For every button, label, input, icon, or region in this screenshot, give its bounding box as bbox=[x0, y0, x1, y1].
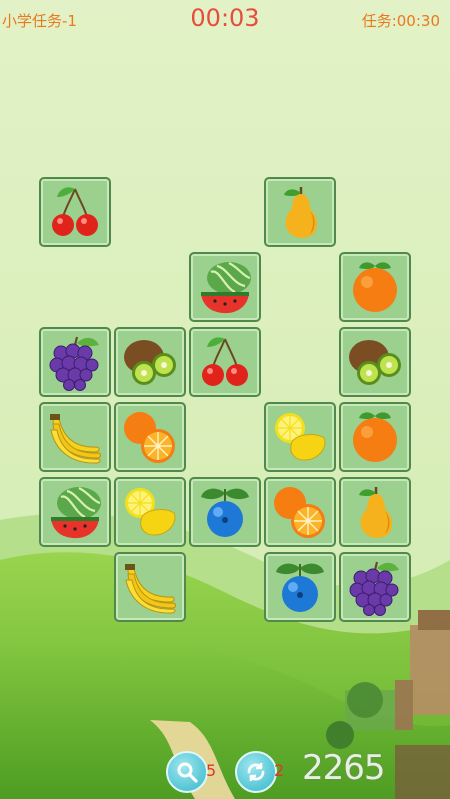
tile-blueberry[interactable] bbox=[264, 552, 336, 622]
hud-bar: 小学任务-1 00:03 任务:00:30 bbox=[0, 0, 450, 40]
cherry-icon bbox=[52, 187, 98, 236]
tile-watermelon[interactable] bbox=[39, 477, 111, 547]
tile-orange-halves[interactable] bbox=[114, 402, 186, 472]
tile-orange[interactable] bbox=[339, 252, 411, 322]
tile-grapes[interactable] bbox=[39, 327, 111, 397]
tile-kiwi[interactable] bbox=[114, 327, 186, 397]
blueberry-icon bbox=[276, 563, 324, 612]
tile-cherry[interactable] bbox=[189, 327, 261, 397]
grapes-icon bbox=[49, 336, 99, 391]
tile-blueberry[interactable] bbox=[189, 477, 261, 547]
tile-lemon[interactable] bbox=[114, 477, 186, 547]
tile-watermelon[interactable] bbox=[189, 252, 261, 322]
grapes-icon bbox=[349, 561, 399, 616]
shuffle-button[interactable] bbox=[235, 751, 277, 793]
pear-icon bbox=[359, 487, 393, 538]
orange-halves-icon bbox=[274, 487, 325, 538]
tile-grapes[interactable] bbox=[339, 552, 411, 622]
shuffle-count: 2 bbox=[274, 761, 285, 780]
watermelon-icon bbox=[201, 262, 251, 314]
blueberry-icon bbox=[201, 488, 249, 537]
tile-kiwi[interactable] bbox=[339, 327, 411, 397]
background-scene bbox=[0, 0, 450, 799]
watermelon-icon bbox=[51, 487, 101, 539]
magnifier-icon bbox=[177, 762, 198, 783]
kiwi-icon bbox=[124, 340, 176, 385]
tile-pear[interactable] bbox=[264, 177, 336, 247]
watermark-logo: 2265 bbox=[302, 748, 386, 788]
tile-pear[interactable] bbox=[339, 477, 411, 547]
kiwi-icon bbox=[349, 340, 401, 385]
hint-button[interactable] bbox=[166, 751, 208, 793]
orange-icon bbox=[353, 412, 397, 462]
tile-lemon[interactable] bbox=[264, 402, 336, 472]
banana-icon bbox=[50, 414, 101, 464]
orange-halves-icon bbox=[124, 412, 175, 463]
tile-banana[interactable] bbox=[114, 552, 186, 622]
pear-icon bbox=[284, 187, 318, 238]
tile-orange-halves[interactable] bbox=[264, 477, 336, 547]
tile-banana[interactable] bbox=[39, 402, 111, 472]
target-time-label: 任务:00:30 bbox=[361, 12, 440, 30]
hint-count: 5 bbox=[206, 761, 217, 780]
refresh-icon bbox=[247, 763, 265, 781]
banana-icon bbox=[125, 564, 176, 614]
lemon-icon bbox=[275, 413, 326, 461]
lemon-icon bbox=[125, 488, 176, 536]
tile-cherry[interactable] bbox=[39, 177, 111, 247]
cherry-icon bbox=[202, 337, 248, 386]
orange-icon bbox=[353, 262, 397, 312]
tile-orange[interactable] bbox=[339, 402, 411, 472]
